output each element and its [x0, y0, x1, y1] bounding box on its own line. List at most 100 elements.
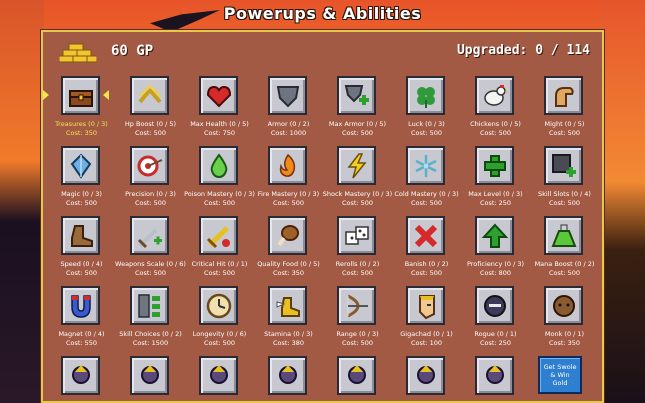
selection-arrow-right-icon — [103, 90, 109, 100]
powerup-tile[interactable] — [544, 216, 583, 255]
powerup-tile[interactable] — [61, 356, 100, 395]
powerup-name: Armor (0 / 2) — [267, 120, 310, 128]
powerup-item: Shock Mastery (0 / 3) Cost: 500 — [323, 142, 392, 212]
powerup-tile[interactable] — [268, 216, 307, 255]
snowflake-icon — [414, 154, 437, 177]
rogue-icon — [483, 294, 506, 317]
powerup-item: Mana Boost (0 / 2) Cost: 500 — [530, 212, 599, 282]
powerup-item: Skill Slots (0 / 4) Cost: 500 — [530, 142, 599, 212]
powerup-tile[interactable] — [268, 146, 307, 185]
powerup-item: Rerolls (0 / 2) Cost: 500 — [323, 212, 392, 282]
powerup-tile[interactable] — [406, 76, 445, 115]
powerup-tile[interactable] — [61, 76, 100, 115]
powerup-tile[interactable] — [337, 146, 376, 185]
powerup-tile[interactable] — [406, 146, 445, 185]
powerup-item: Chickens (0 / 5) Cost: 500 — [461, 72, 530, 142]
powerup-tile[interactable] — [268, 356, 307, 395]
powerup-tile[interactable] — [475, 76, 514, 115]
powerup-name: Treasures (0 / 3) — [55, 120, 108, 128]
heart-icon — [206, 85, 231, 107]
potion-icon — [551, 224, 576, 247]
powerup-item: Max Armor (0 / 5) Cost: 500 — [323, 72, 392, 142]
powerup-tile[interactable] — [199, 76, 238, 115]
powerup-item: Rogue (0 / 1) Cost: 250 — [461, 282, 530, 352]
powerup-tile[interactable] — [199, 216, 238, 255]
powerup-item — [116, 352, 185, 395]
powerup-item: Monk (0 / 1) Cost: 350 — [530, 282, 599, 352]
powerup-tile[interactable] — [199, 356, 238, 395]
powerup-tile[interactable] — [130, 356, 169, 395]
powerup-cost: Cost: 500 — [134, 129, 167, 137]
powerup-tile[interactable] — [130, 146, 169, 185]
poison-drop-icon — [210, 152, 227, 178]
powerup-item: Magic (0 / 3) Cost: 500 — [47, 142, 116, 212]
get-swole-win-gold-button[interactable]: Get Swole & Win Gold — [538, 356, 582, 394]
powerup-name: Might (0 / 5) — [544, 120, 585, 128]
upgraded-counter: Upgraded: 0 / 114 — [456, 43, 590, 58]
powerup-tile[interactable] — [61, 216, 100, 255]
powerup-tile[interactable] — [337, 216, 376, 255]
powerup-name: Max Armor (0 / 5) — [328, 120, 387, 128]
powerup-tile[interactable] — [475, 216, 514, 255]
powerup-tile[interactable] — [475, 286, 514, 325]
powerup-tile[interactable] — [544, 286, 583, 325]
powerup-tile[interactable] — [61, 286, 100, 325]
powerup-tile[interactable] — [406, 356, 445, 395]
powerup-tile[interactable] — [337, 286, 376, 325]
powerup-item: Magnet (0 / 4) Cost: 550 — [47, 282, 116, 352]
powerup-cost: Cost: 500 — [410, 199, 443, 207]
powerup-tile[interactable] — [268, 76, 307, 115]
powerup-cost: Cost: 500 — [203, 199, 236, 207]
red-x-icon — [414, 224, 437, 247]
powerup-name: Precision (0 / 3) — [125, 190, 176, 198]
powerup-item — [323, 352, 392, 395]
powerup-cost: Cost: 500 — [410, 129, 443, 137]
powerup-item: Fire Mastery (0 / 3) Cost: 500 — [254, 142, 323, 212]
powerup-cost: Cost: 500 — [341, 199, 374, 207]
powerup-name: Mana Boost (0 / 2) — [534, 260, 595, 268]
bow-icon — [346, 294, 368, 317]
powerup-item: Weapons Scale (0 / 6) Cost: 500 — [115, 212, 186, 282]
powerup-tile[interactable] — [406, 286, 445, 325]
powerup-item: Skill Choices (0 / 2) Cost: 1500 — [116, 282, 185, 352]
powerup-item — [47, 352, 116, 395]
clock-icon — [206, 293, 231, 318]
boot-icon — [70, 224, 93, 247]
lightning-icon — [346, 152, 367, 178]
powerup-cost: Cost: 500 — [272, 199, 305, 207]
powerup-name: Hp Boost (0 / 5) — [124, 120, 177, 128]
gold-sword-icon — [206, 225, 230, 248]
powerup-tile[interactable] — [337, 76, 376, 115]
powerup-tile[interactable] — [544, 146, 583, 185]
powerup-tile[interactable] — [544, 76, 583, 115]
powerup-item: Speed (0 / 4) Cost: 500 — [47, 212, 116, 282]
powerup-grid: Treasures (0 / 3) Cost: 350 Hp Boost (0 / … — [43, 72, 600, 395]
powerup-item: Range (0 / 3) Cost: 500 — [323, 282, 392, 352]
powerup-tile[interactable] — [199, 146, 238, 185]
powerup-tile[interactable] — [337, 356, 376, 395]
powerup-tile[interactable] — [130, 286, 169, 325]
powerup-cost: Cost: 500 — [548, 199, 581, 207]
powerup-name: Range (0 / 3) — [336, 330, 379, 338]
powerup-cost: Cost: 250 — [479, 339, 512, 347]
page-title: Powerups & Abilities — [223, 4, 422, 23]
powerup-tile[interactable] — [268, 286, 307, 325]
powerup-name: Rerolls (0 / 2) — [335, 260, 380, 268]
powerup-cost: Cost: 500 — [410, 269, 443, 277]
powerup-tile[interactable] — [475, 146, 514, 185]
powerup-name: Stamina (0 / 3) — [264, 330, 313, 338]
character-6-icon — [416, 364, 435, 384]
powerup-tile[interactable] — [199, 286, 238, 325]
powerup-tile[interactable] — [475, 356, 514, 395]
drumstick-icon — [276, 224, 299, 246]
powerup-name: Speed (0 / 4) — [60, 260, 103, 268]
fire-icon — [279, 153, 295, 177]
powerup-name: Shock Mastery (0 / 3) — [322, 190, 393, 198]
magnet-icon — [70, 294, 91, 318]
powerup-tile[interactable] — [130, 216, 169, 255]
powerup-tile[interactable] — [61, 146, 100, 185]
powerup-tile[interactable] — [130, 76, 169, 115]
powerup-cost: Cost: 750 — [203, 129, 236, 137]
powerup-item: Gigachad (0 / 1) Cost: 100 — [392, 282, 461, 352]
powerup-tile[interactable] — [406, 216, 445, 255]
